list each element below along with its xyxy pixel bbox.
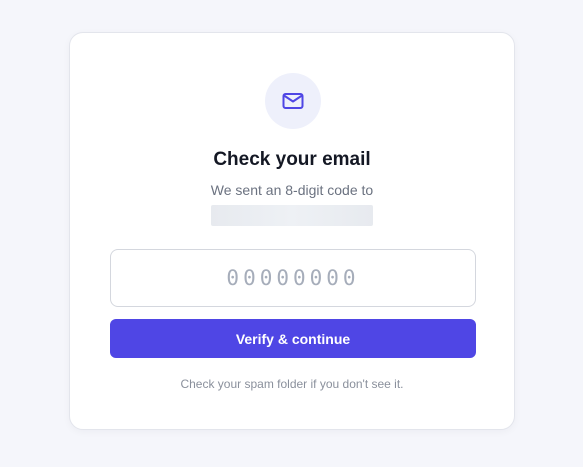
- mail-icon: [282, 93, 304, 109]
- verify-continue-button[interactable]: Verify & continue: [110, 319, 476, 358]
- mail-icon-badge: [265, 73, 321, 129]
- spam-folder-hint: Check your spam folder if you don't see …: [180, 377, 404, 391]
- verification-card: Check your email We sent an 8-digit code…: [69, 32, 515, 430]
- subtitle: We sent an 8-digit code to: [210, 182, 374, 198]
- page-title: Check your email: [213, 149, 371, 170]
- redacted-email: [211, 205, 373, 226]
- verification-code-input[interactable]: [110, 249, 476, 307]
